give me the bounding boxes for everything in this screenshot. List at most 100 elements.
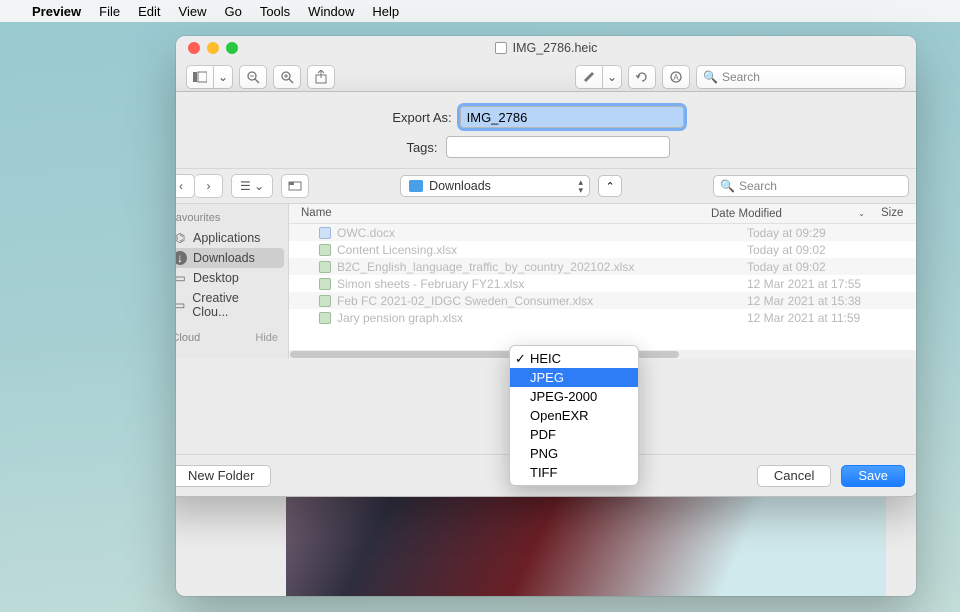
file-row[interactable]: Jary pension graph.xlsx 12 Mar 2021 at 11… (289, 309, 916, 326)
file-icon (319, 244, 331, 256)
menu-go[interactable]: Go (224, 4, 241, 19)
toolbar: ⌄ ⌄ A 🔍 Search (176, 60, 916, 94)
column-date[interactable]: Date Modified⌄ (707, 204, 877, 223)
menu-file[interactable]: File (99, 4, 120, 19)
file-date: 12 Mar 2021 at 17:55 (747, 277, 916, 291)
sort-indicator-icon: ⌄ (858, 209, 865, 218)
applications-icon: ⌬ (176, 231, 187, 245)
format-option-jpeg[interactable]: JPEG (510, 368, 638, 387)
save-button[interactable]: Save (841, 465, 905, 487)
zoom-out-button[interactable] (239, 65, 267, 89)
sidebar-item-downloads[interactable]: ↓ Downloads (176, 248, 284, 268)
group-button[interactable] (281, 174, 309, 198)
file-date: Today at 09:02 (747, 260, 916, 274)
file-list: Name Date Modified⌄ Size OWC.docx Today a… (289, 204, 916, 359)
search-icon: 🔍 (720, 179, 735, 193)
share-button[interactable] (307, 65, 335, 89)
format-option-jpeg-2000[interactable]: JPEG-2000 (510, 387, 638, 406)
forward-button[interactable]: › (195, 174, 223, 198)
markup-menu-button[interactable]: ⌄ (603, 65, 622, 89)
format-option-pdf[interactable]: PDF (510, 425, 638, 444)
finder-search-placeholder: Search (739, 179, 777, 193)
new-folder-button[interactable]: New Folder (176, 465, 271, 487)
format-popup-menu: HEICJPEGJPEG-2000OpenEXRPDFPNGTIFF (509, 345, 639, 486)
sidebar-icloud-label: iCloud (176, 332, 200, 344)
file-icon (319, 295, 331, 307)
sidebar-item-label: Downloads (193, 251, 255, 265)
file-name: Simon sheets - February FY21.xlsx (337, 277, 524, 291)
file-icon (319, 312, 331, 324)
svg-text:A: A (673, 73, 679, 82)
window-minimize-button[interactable] (207, 42, 219, 54)
tags-label: Tags: (406, 140, 437, 155)
cancel-button[interactable]: Cancel (757, 465, 831, 487)
file-name: Feb FC 2021-02_IDGC Sweden_Consumer.xlsx (337, 294, 593, 308)
sidebar-item-desktop[interactable]: ▭ Desktop (176, 268, 284, 288)
file-date: 12 Mar 2021 at 11:59 (747, 311, 916, 325)
format-option-heic[interactable]: HEIC (510, 349, 638, 368)
format-option-openexr[interactable]: OpenEXR (510, 406, 638, 425)
location-label: Downloads (429, 179, 491, 193)
file-icon (319, 227, 331, 239)
file-name: Jary pension graph.xlsx (337, 311, 463, 325)
finder-search[interactable]: 🔍 Search (713, 175, 909, 197)
export-as-label: Export As: (392, 110, 451, 125)
export-as-field[interactable] (460, 106, 684, 128)
sidebar-item-label: Creative Clou... (192, 291, 274, 319)
desktop-icon: ▭ (176, 271, 187, 285)
file-name: B2C_English_language_traffic_by_country_… (337, 260, 634, 274)
tags-field[interactable] (446, 136, 670, 158)
sidebar-item-creative-cloud[interactable]: ▭ Creative Clou... (176, 288, 284, 322)
column-size[interactable]: Size (877, 204, 916, 223)
file-date: Today at 09:02 (747, 243, 916, 257)
sidebar-favourites-label: Favourites (176, 212, 220, 224)
preview-window: IMG_2786.heic ⌄ ⌄ A 🔍 Search Export As: (176, 36, 916, 596)
menu-view[interactable]: View (179, 4, 207, 19)
file-row[interactable]: OWC.docx Today at 09:29 (289, 224, 916, 241)
markup-button[interactable] (575, 65, 603, 89)
sidebar-item-label: Applications (193, 231, 260, 245)
menu-bar: Preview File Edit View Go Tools Window H… (0, 0, 960, 22)
view-mode-button[interactable]: ☰ ⌄ (231, 174, 273, 198)
downloads-icon: ↓ (176, 251, 187, 265)
menu-edit[interactable]: Edit (138, 4, 160, 19)
window-close-button[interactable] (188, 42, 200, 54)
back-button[interactable]: ‹ (176, 174, 195, 198)
file-row[interactable]: B2C_English_language_traffic_by_country_… (289, 258, 916, 275)
toolbar-search-placeholder: Search (722, 70, 760, 84)
menu-tools[interactable]: Tools (260, 4, 290, 19)
column-name[interactable]: Name (289, 204, 707, 223)
format-option-tiff[interactable]: TIFF (510, 463, 638, 482)
window-zoom-button[interactable] (226, 42, 238, 54)
file-row[interactable]: Content Licensing.xlsx Today at 09:02 (289, 241, 916, 258)
menu-window[interactable]: Window (308, 4, 354, 19)
highlight-button[interactable]: A (662, 65, 690, 89)
file-row[interactable]: Feb FC 2021-02_IDGC Sweden_Consumer.xlsx… (289, 292, 916, 309)
sidebar-hide-button[interactable]: Hide (255, 332, 278, 344)
window-title: IMG_2786.heic (513, 41, 598, 55)
menu-help[interactable]: Help (372, 4, 399, 19)
finder-bar: ‹ › ☰ ⌄ Downloads ▴▾ ⌃ 🔍 Search (176, 168, 916, 204)
app-menu[interactable]: Preview (32, 4, 81, 19)
sidebar-view-button[interactable] (186, 65, 214, 89)
rotate-button[interactable] (628, 65, 656, 89)
file-name: Content Licensing.xlsx (337, 243, 457, 257)
format-option-png[interactable]: PNG (510, 444, 638, 463)
document-proxy-icon (495, 42, 507, 54)
file-date: 12 Mar 2021 at 15:38 (747, 294, 916, 308)
search-icon: 🔍 (703, 70, 718, 84)
file-icon (319, 261, 331, 273)
file-date: Today at 09:29 (747, 226, 916, 240)
file-row[interactable]: Simon sheets - February FY21.xlsx 12 Mar … (289, 275, 916, 292)
sidebar-item-label: Desktop (193, 271, 239, 285)
zoom-in-button[interactable] (273, 65, 301, 89)
sidebar: Favourites ⌬ Applications ↓ Downloads ▭ Des… (176, 204, 289, 359)
folder-icon: ▭ (176, 298, 186, 312)
location-popup[interactable]: Downloads ▴▾ (400, 175, 590, 197)
toolbar-search[interactable]: 🔍 Search (696, 65, 906, 89)
sidebar-item-applications[interactable]: ⌬ Applications (176, 228, 284, 248)
sidebar-view-menu-button[interactable]: ⌄ (214, 65, 233, 89)
collapse-button[interactable]: ⌃ (598, 175, 622, 197)
chevron-updown-icon: ▴▾ (579, 178, 584, 194)
file-name: OWC.docx (337, 226, 395, 240)
